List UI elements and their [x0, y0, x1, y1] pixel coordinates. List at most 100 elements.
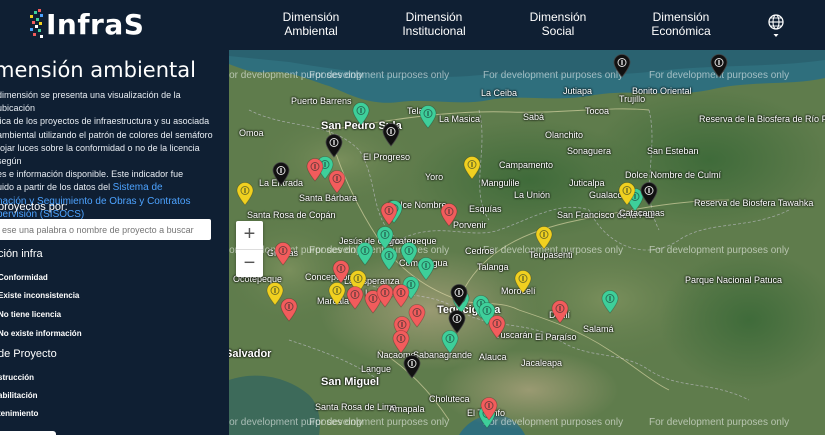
place-label: Porvenir: [453, 220, 487, 230]
map-marker-sin-informacion[interactable]: [448, 310, 466, 334]
project-map[interactable]: For development purposes only For develo…: [229, 50, 825, 435]
place-label: Parque Nacional Patuca: [685, 275, 783, 285]
description-line: ambiental utilizando el patrón de colore…: [0, 129, 213, 140]
map-marker-sin-licencia[interactable]: [392, 330, 410, 354]
map-marker-sin-licencia[interactable]: [346, 286, 364, 310]
map-marker-inconsistencia[interactable]: [328, 282, 346, 306]
map-marker-sin-licencia[interactable]: [440, 203, 458, 227]
place-label: El Progreso: [363, 152, 411, 162]
description-line: uido a partir de los datos del: [0, 182, 113, 193]
map-marker-sin-licencia[interactable]: [551, 300, 569, 324]
filter-label: proyectos por:: [0, 201, 68, 213]
nav-label: Dimensión: [652, 10, 710, 24]
place-label: Choluteca: [429, 394, 470, 404]
map-marker-sin-licencia[interactable]: [274, 242, 292, 266]
map-terrain: [229, 50, 825, 435]
legend-sin-licencia[interactable]: No tiene licencia: [0, 310, 61, 319]
description-line: dimensión se presenta una visualización …: [0, 90, 181, 114]
nav-dimension-institucional[interactable]: Dimensión Institucional: [384, 10, 484, 38]
map-marker-conformidad[interactable]: [419, 105, 437, 129]
legend-sin-informacion[interactable]: No existe información: [0, 329, 82, 338]
description-line: fica de los proyectos de infraestructura…: [0, 116, 210, 127]
place-label: Teupasenti: [529, 250, 573, 260]
place-label: Dolce Nombre de Culmí: [625, 170, 722, 180]
place-label: Jutiapa: [563, 86, 593, 96]
map-marker-sin-licencia[interactable]: [328, 170, 346, 194]
zoom-control: + −: [236, 221, 263, 277]
map-marker-inconsistencia[interactable]: [535, 226, 553, 250]
map-marker-conformidad[interactable]: [400, 242, 418, 266]
legend-rehabilitacion[interactable]: abilitación: [0, 391, 38, 400]
nav-label: Ambiental: [284, 24, 338, 38]
map-marker-sin-informacion[interactable]: [613, 54, 631, 78]
map-marker-sin-licencia[interactable]: [488, 315, 506, 339]
nav-label: Dimensión: [282, 10, 340, 24]
sidebar-bottom-button[interactable]: [0, 431, 56, 435]
map-marker-sin-informacion[interactable]: [403, 355, 421, 379]
place-label: Cedros: [465, 246, 495, 256]
place-label: Campamento: [499, 160, 554, 170]
place-label: Mangulile: [481, 178, 520, 188]
page-title: mensión ambiental: [0, 58, 196, 82]
nav-dimension-economica[interactable]: Dimensión Económica: [631, 10, 731, 38]
map-marker-inconsistencia[interactable]: [514, 270, 532, 294]
place-label: Reserva de la Biosfera de Río Plátano: [699, 114, 825, 124]
place-label: La Unión: [514, 190, 551, 200]
map-marker-sin-licencia[interactable]: [280, 298, 298, 322]
place-label: Langue: [361, 364, 392, 374]
nav-label: Dimensión: [529, 10, 587, 24]
map-marker-sin-licencia[interactable]: [306, 158, 324, 182]
place-label: Trujillo: [619, 94, 646, 104]
map-marker-inconsistencia[interactable]: [236, 182, 254, 206]
place-label: Yoro: [425, 172, 444, 182]
map-marker-conformidad[interactable]: [601, 290, 619, 314]
legend-conformidad[interactable]: Conformidad: [0, 273, 48, 282]
map-marker-sin-informacion[interactable]: [272, 162, 290, 186]
place-label: Olanchito: [545, 130, 584, 140]
map-marker-sin-licencia[interactable]: [380, 202, 398, 226]
place-label: El Paraíso: [535, 332, 577, 342]
map-marker-sin-informacion[interactable]: [382, 123, 400, 147]
place-label: Puerto Barrens: [291, 96, 352, 106]
map-marker-conformidad[interactable]: [356, 242, 374, 266]
place-label: La Masica: [439, 114, 481, 124]
sisocs-link[interactable]: Sistema de: [113, 182, 163, 193]
legend-mantenimiento[interactable]: tenimiento: [0, 409, 38, 418]
place-label: Sonaguera: [567, 146, 612, 156]
place-label: Santa Rosa de Copán: [247, 210, 336, 220]
project-search-input[interactable]: [0, 219, 211, 240]
legend-construccion[interactable]: strucción: [0, 373, 34, 382]
map-marker-sin-informacion[interactable]: [640, 182, 658, 206]
place-label: La Ceiba: [481, 88, 518, 98]
globe-icon[interactable]: [766, 12, 786, 38]
place-label: Juticalpa: [569, 178, 605, 188]
nav-label: Económica: [651, 24, 711, 38]
nav-label: Dimensión: [405, 10, 463, 24]
map-marker-sin-informacion[interactable]: [450, 284, 468, 308]
place-label: Salamá: [583, 324, 614, 334]
map-marker-sin-licencia[interactable]: [480, 397, 498, 421]
map-marker-inconsistencia[interactable]: [618, 182, 636, 206]
map-marker-conformidad[interactable]: [352, 102, 370, 126]
nav-dimension-social[interactable]: Dimensión Social: [508, 10, 608, 38]
place-label: San Esteban: [647, 146, 699, 156]
nav-dimension-ambiental[interactable]: Dimensión Ambiental: [261, 10, 361, 38]
place-label: Esquías: [469, 204, 502, 214]
infra-status-heading: ción infra: [0, 248, 43, 260]
place-label: Santa Bárbara: [299, 193, 358, 203]
map-marker-sin-informacion[interactable]: [710, 54, 728, 78]
place-label: Alauca: [479, 352, 507, 362]
map-marker-sin-informacion[interactable]: [325, 134, 343, 158]
map-marker-sin-licencia[interactable]: [332, 260, 350, 284]
map-marker-inconsistencia[interactable]: [463, 156, 481, 180]
description-line: rojar luces sobre la conformidad o no de…: [0, 142, 200, 167]
plus-icon[interactable]: +: [236, 221, 263, 249]
nav-label: Social: [541, 24, 575, 38]
legend-inconsistencia[interactable]: Existe inconsistencia: [0, 291, 79, 300]
minus-icon[interactable]: −: [236, 249, 263, 277]
place-label: Omoa: [239, 128, 264, 138]
place-label: Amapala: [389, 404, 425, 414]
main-nav: Dimensión Ambiental Dimensión Institucio…: [0, 10, 825, 40]
sidebar-panel: mensión ambiental dimensión se presenta …: [0, 50, 229, 435]
map-marker-conformidad[interactable]: [380, 247, 398, 271]
